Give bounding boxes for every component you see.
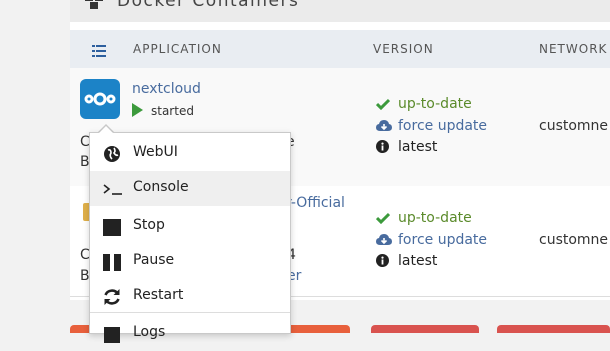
column-header-application[interactable]: APPLICATION: [133, 42, 222, 56]
version-tag: latest: [376, 253, 437, 271]
column-header-network[interactable]: NETWORK: [539, 42, 607, 56]
menu-item-label: Restart: [133, 287, 184, 303]
column-header-version[interactable]: VERSION: [373, 42, 434, 56]
force-update-link[interactable]: force update: [376, 232, 487, 250]
container-context-menu: WebUI Console Stop Pause Restart Logs: [89, 132, 291, 343]
terminal-icon: [102, 179, 122, 199]
menu-item-label: Stop: [133, 217, 165, 233]
menu-item-console[interactable]: Console: [90, 171, 290, 206]
force-update-link[interactable]: force update: [376, 118, 487, 136]
cloud-download-icon: [376, 234, 392, 250]
menu-item-label: WebUI: [133, 144, 178, 160]
menu-item-label: Pause: [133, 252, 175, 268]
container-name[interactable]: nextcloud: [132, 81, 201, 97]
check-icon: [375, 212, 392, 228]
cloud-download-icon: [376, 120, 392, 136]
network-name: customne: [539, 118, 609, 134]
version-status: up-to-date: [375, 96, 472, 114]
logs-icon: [102, 324, 122, 344]
info-icon: [376, 254, 392, 271]
stop-icon: [102, 217, 122, 237]
version-status: up-to-date: [375, 210, 472, 228]
menu-item-stop[interactable]: Stop: [90, 209, 290, 244]
menu-item-label: Logs: [133, 324, 166, 340]
menu-item-webui[interactable]: WebUI: [90, 136, 290, 171]
bottom-button[interactable]: [497, 325, 610, 333]
bottom-button[interactable]: [371, 325, 479, 333]
info-icon: [376, 140, 392, 157]
container-name[interactable]: r-Official: [286, 195, 345, 211]
list-icon[interactable]: [92, 42, 106, 61]
cubes-icon: [82, 0, 106, 16]
panel-title: Docker Containers: [117, 0, 300, 11]
menu-item-restart[interactable]: Restart: [90, 279, 290, 314]
menu-divider: [90, 312, 290, 313]
menu-item-logs[interactable]: Logs: [90, 316, 290, 351]
restart-icon: [102, 287, 122, 307]
nextcloud-icon[interactable]: [80, 79, 120, 119]
version-tag: latest: [376, 139, 437, 157]
play-icon: [132, 103, 143, 117]
pause-icon: [102, 252, 122, 272]
check-icon: [375, 98, 392, 114]
menu-item-label: Console: [133, 179, 189, 195]
menu-caret-inner: [98, 126, 114, 134]
container-state: started: [132, 103, 194, 118]
network-name: customne: [539, 232, 609, 248]
globe-icon: [102, 144, 122, 164]
menu-item-pause[interactable]: Pause: [90, 244, 290, 279]
